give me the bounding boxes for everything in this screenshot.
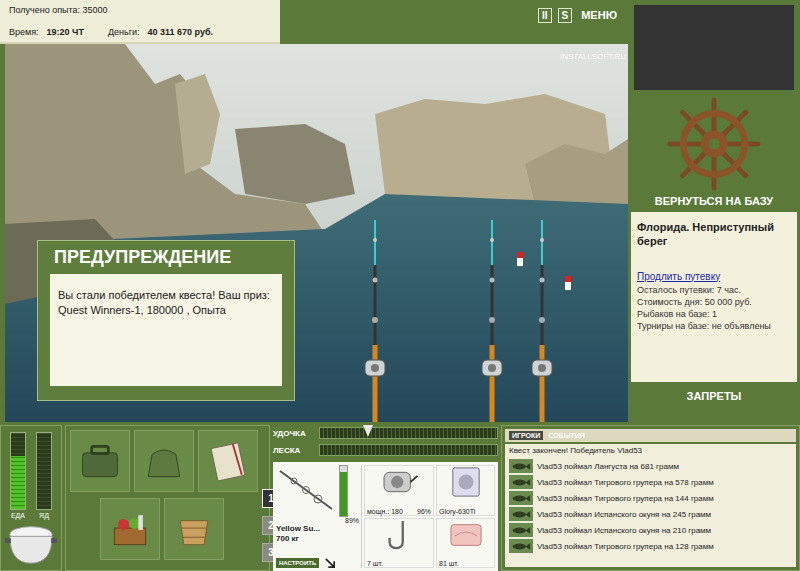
event-log: ИГРОКИСОБЫТИЯ Квест закончен! Победитель … bbox=[501, 425, 800, 571]
toolbar-button[interactable]: II bbox=[538, 8, 552, 23]
notebook-icon bbox=[205, 438, 251, 484]
rod-wear: 89% bbox=[276, 517, 359, 524]
location-info: Флорида. Неприступный берег Продлить путе… bbox=[631, 212, 797, 382]
need-meter: ЕДА bbox=[10, 432, 26, 519]
fish-icon bbox=[511, 542, 531, 551]
log-entry: Vlad53 поймал Тигрового групера на 578 г… bbox=[509, 474, 792, 490]
fish-icon bbox=[511, 478, 531, 487]
rod-name: Yellow Su... bbox=[276, 524, 359, 534]
bucket-icon bbox=[171, 506, 217, 552]
time: 19:20 ЧТ bbox=[47, 27, 84, 37]
log-tab[interactable]: СОБЫТИЯ bbox=[545, 431, 588, 440]
reel-power: мощн.: 180 bbox=[367, 508, 403, 515]
warning-dialog: ПРЕДУПРЕЖДЕНИЕВы стали победителем квест… bbox=[37, 240, 295, 401]
dialog-title: ПРЕДУПРЕЖДЕНИЕ bbox=[38, 241, 294, 274]
rod-slot[interactable]: 89%Yellow Su...700 кг НАСТРОИТЬ bbox=[276, 465, 362, 568]
location-name: Флорида. Неприступный берег bbox=[637, 220, 791, 249]
need-meter: ЯД bbox=[36, 432, 52, 519]
gauge-label: ЛЕСКА bbox=[273, 446, 315, 455]
log-entry: Vlad53 поймал Тигрового групера на 128 г… bbox=[509, 538, 792, 554]
return-to-base-button[interactable]: ВЕРНУТЬСЯ НА БАЗУ bbox=[655, 195, 773, 207]
food-basket-icon bbox=[107, 506, 153, 552]
fishing-rod-icon[interactable] bbox=[480, 220, 504, 422]
money: 40 311 670 руб. bbox=[148, 27, 214, 37]
bait-count: 81 шт. bbox=[439, 560, 459, 567]
hook-slot[interactable]: 7 шт. bbox=[364, 518, 434, 569]
toolbar-button[interactable]: МЕНЮ bbox=[578, 8, 620, 22]
bucket-slot[interactable] bbox=[164, 498, 224, 560]
needs-panel: ЕДА ЯД bbox=[0, 425, 62, 571]
bag-icon bbox=[141, 438, 187, 484]
food-basket-slot[interactable] bbox=[100, 498, 160, 560]
info-line: Рыбаков на базе: 1 bbox=[637, 308, 791, 320]
need-label: ЕДА bbox=[11, 512, 25, 519]
notebook-slot[interactable] bbox=[198, 430, 258, 492]
line-name: Glory-630Ti bbox=[439, 508, 475, 515]
reel-slot[interactable]: мощн.: 180 96% bbox=[364, 465, 434, 516]
inventory-panel: 123 bbox=[65, 425, 270, 571]
dialog-message: Вы стали победителем квеста! Ваш приз: Q… bbox=[50, 274, 282, 386]
need-label: ЯД bbox=[39, 512, 49, 519]
log-header: Квест закончен! Победитель Vlad53 bbox=[509, 446, 792, 455]
tackle-box-icon bbox=[77, 438, 123, 484]
experience: Получено опыта: 35000 bbox=[9, 5, 271, 15]
log-entry: Vlad53 поймал Испанского окуня на 210 гр… bbox=[509, 522, 792, 538]
extend-trip-link[interactable]: Продлить путевку bbox=[637, 271, 791, 282]
hook-count: 7 шт. bbox=[367, 560, 383, 567]
gauge-label: УДОЧКА bbox=[273, 429, 315, 438]
rod-load: 700 кг bbox=[276, 534, 359, 544]
bait-slot[interactable]: 81 шт. bbox=[436, 518, 495, 569]
resize-arrow-icon[interactable] bbox=[325, 558, 335, 568]
money-label: Деньги: bbox=[108, 27, 140, 37]
fish-icon bbox=[511, 462, 531, 471]
bait-icon bbox=[444, 519, 488, 551]
status-panel: Получено опыта: 35000 Время: 19:20 ЧТ Деньг… bbox=[0, 0, 280, 44]
rod-icon bbox=[276, 465, 336, 515]
time-label: Время: bbox=[9, 27, 39, 37]
log-entry: Vlad53 поймал Лангуста на 681 грамм bbox=[509, 458, 792, 474]
tackle-box-slot[interactable] bbox=[70, 430, 130, 492]
watermark: INSTALLSOFT.RU bbox=[560, 52, 626, 61]
reel-wear: 96% bbox=[417, 508, 431, 515]
setup-button[interactable]: НАСТРОИТЬ bbox=[276, 558, 319, 568]
bans-button[interactable]: ЗАПРЕТЫ bbox=[687, 390, 742, 402]
info-line: Турниры на базе: не объявлены bbox=[637, 320, 791, 332]
ship-wheel-icon[interactable] bbox=[666, 96, 762, 192]
bag-slot[interactable] bbox=[134, 430, 194, 492]
line-slot[interactable]: Glory-630Ti bbox=[436, 465, 495, 516]
food-pot-icon[interactable] bbox=[4, 521, 58, 567]
tension-gauge: ЛЕСКА bbox=[273, 444, 498, 456]
bobber-icon bbox=[564, 276, 572, 290]
fish-icon bbox=[511, 510, 531, 519]
sidebar: ВЕРНУТЬСЯ НА БАЗУ Флорида. Неприступный б… bbox=[628, 0, 800, 422]
fishing-line-icon bbox=[444, 466, 488, 498]
log-tab[interactable]: ИГРОКИ bbox=[509, 431, 543, 440]
fishing-rod-icon[interactable] bbox=[530, 220, 554, 422]
info-line: Осталось путевки: 7 час. bbox=[637, 284, 791, 296]
game-screen: Получено опыта: 35000 Время: 19:20 ЧТ Деньг… bbox=[0, 0, 800, 571]
hook-icon bbox=[377, 519, 421, 551]
log-entry: Vlad53 поймал Испанского окуня на 245 гр… bbox=[509, 506, 792, 522]
top-bar: Получено опыта: 35000 Время: 19:20 ЧТ Деньг… bbox=[0, 0, 628, 44]
bobber-icon bbox=[516, 252, 524, 266]
gauge-marker-icon bbox=[363, 425, 373, 437]
tackle-panel: 89%Yellow Su...700 кг НАСТРОИТЬ мощн.: 180… bbox=[273, 462, 498, 571]
fishing-scene: INSTALLSOFT.RU ПРЕДУПРЕЖДЕНИЕВы стали поб… bbox=[5, 44, 628, 422]
tension-gauge: УДОЧКА bbox=[273, 427, 498, 439]
ad-box bbox=[634, 5, 794, 90]
reel-icon bbox=[377, 466, 421, 498]
fish-icon bbox=[511, 526, 531, 535]
fish-icon bbox=[511, 494, 531, 503]
fishing-rod-icon[interactable] bbox=[363, 220, 387, 422]
info-line: Стоимость дня: 50 000 руб. bbox=[637, 296, 791, 308]
toolbar-button[interactable]: S bbox=[558, 8, 573, 23]
log-entry: Vlad53 поймал Тигрового групера на 144 г… bbox=[509, 490, 792, 506]
